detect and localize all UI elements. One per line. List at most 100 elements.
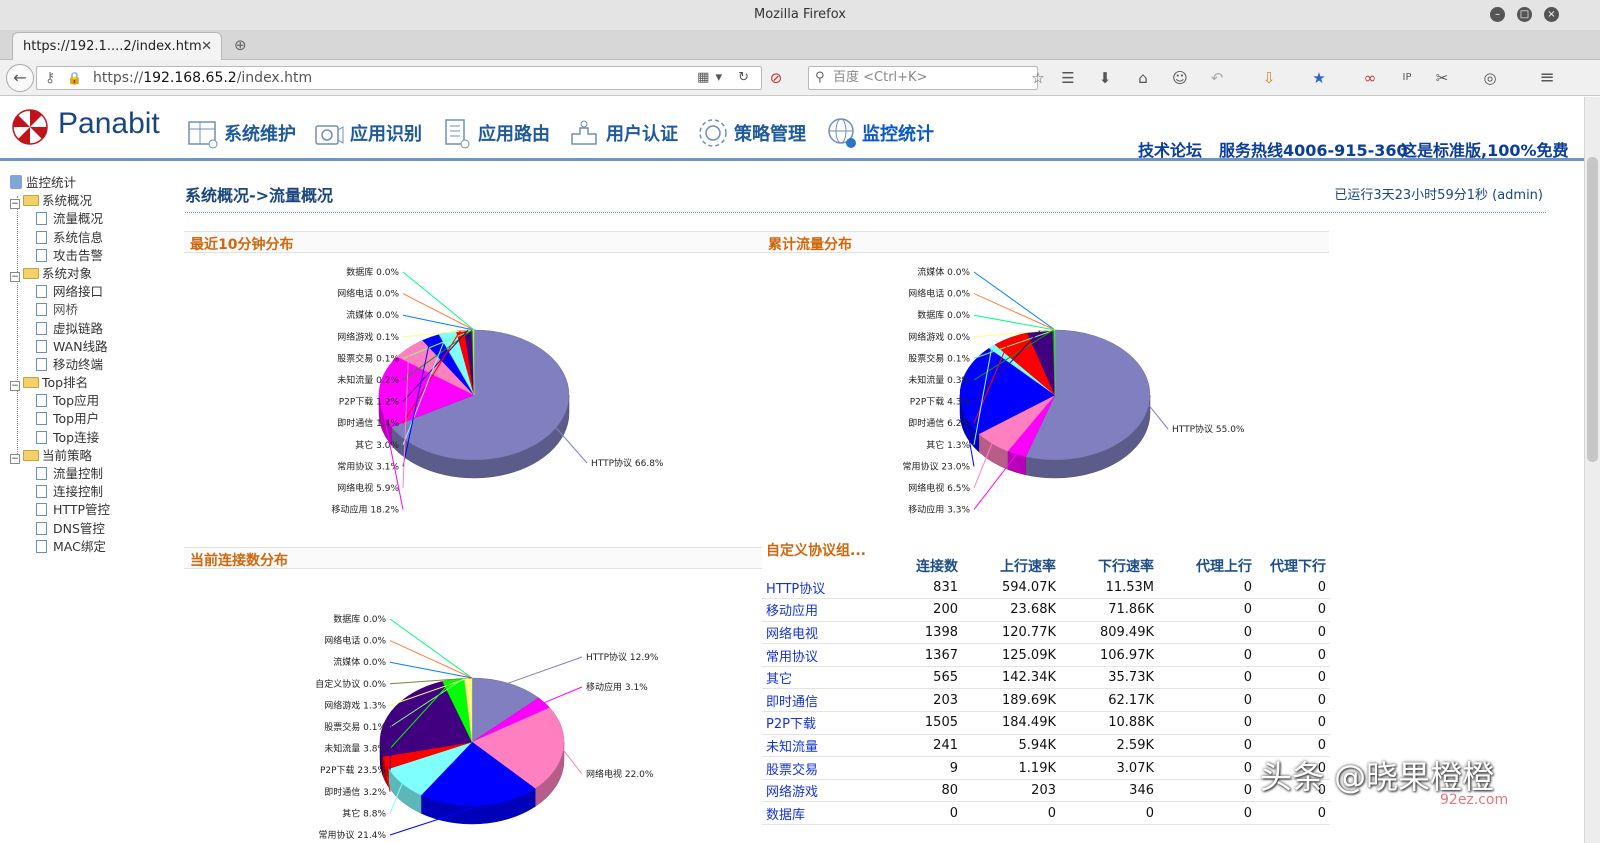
protocol-link[interactable]: 移动应用: [762, 598, 902, 622]
table-cell: 3.07K: [1060, 756, 1158, 780]
protocol-link[interactable]: 常用协议: [762, 643, 902, 667]
nav-app-identification[interactable]: 应用识别: [312, 115, 422, 151]
vertical-scrollbar[interactable]: [1584, 97, 1600, 843]
lock-icon[interactable]: 🔒: [67, 67, 82, 89]
tree-group[interactable]: − 当前策略: [10, 447, 180, 465]
url-extras-icons[interactable]: ▦▾ ↻: [697, 67, 755, 89]
column-header[interactable]: 上行速率: [962, 540, 1060, 576]
collapse-toggle-icon[interactable]: −: [10, 453, 20, 464]
tree-item[interactable]: 网桥: [10, 301, 180, 319]
table-cell: 0: [902, 801, 962, 826]
table-cell: 23.68K: [962, 598, 1060, 622]
column-header[interactable]: 连接数: [902, 540, 962, 576]
protocol-link[interactable]: 网络游戏: [762, 779, 902, 803]
home-icon[interactable]: ⌂: [1131, 66, 1155, 90]
tree-item[interactable]: 流量控制: [10, 465, 180, 483]
slice-label: 常用协议 3.1%: [337, 460, 399, 472]
slice-label: HTTP协议 66.8%: [591, 457, 664, 469]
addon-globe-icon[interactable]: ◎: [1478, 66, 1502, 90]
app-routing-icon: [445, 119, 470, 149]
key-icon[interactable]: ⚷: [45, 67, 55, 89]
column-header[interactable]: 下行速率: [1060, 540, 1158, 576]
nav-app-routing[interactable]: 应用路由: [440, 115, 550, 151]
protocol-link[interactable]: HTTP协议: [762, 576, 902, 600]
chat-icon[interactable]: ☺: [1168, 66, 1192, 90]
edition-link[interactable]: 这是标准版,100%免费: [1401, 137, 1569, 161]
block-icon[interactable]: ⊘: [764, 66, 788, 90]
addon-star-icon[interactable]: ★: [1307, 66, 1331, 90]
nav-monitoring-stats[interactable]: 监控统计: [824, 115, 934, 151]
pie-top-group: [959, 329, 1151, 461]
ip-icon[interactable]: IP: [1395, 66, 1419, 90]
nav-policy-management[interactable]: 策略管理: [696, 115, 806, 151]
maximize-icon[interactable]: □: [1517, 7, 1532, 22]
url-bar[interactable]: ⚷ 🔒 https://192.168.65.2/index.htm ▦▾ ↻: [36, 66, 762, 90]
table-cell: 0: [1256, 711, 1330, 735]
column-header[interactable]: 自定义协议组...: [762, 540, 902, 576]
protocol-link[interactable]: 股票交易: [762, 756, 902, 780]
tree-item[interactable]: Top连接: [10, 429, 180, 447]
column-header[interactable]: 代理下行: [1256, 540, 1330, 576]
tree-item[interactable]: 网络接口: [10, 283, 180, 301]
page-icon: [36, 321, 47, 335]
table-row: 股票交易 9 1.19K 3.07K 0 0: [762, 756, 1330, 780]
collapse-toggle-icon[interactable]: −: [10, 381, 20, 392]
url-host: 192.168.65.2: [143, 70, 237, 86]
tree-group[interactable]: − 系统对象: [10, 265, 180, 283]
back-icon[interactable]: ←: [6, 64, 34, 92]
search-input[interactable]: ⚲ 百度 <Ctrl+K>: [808, 66, 1038, 90]
addon-rings-icon[interactable]: ∞: [1358, 66, 1382, 90]
tree-root[interactable]: 监控统计: [10, 174, 180, 192]
tree-group[interactable]: − Top排名: [10, 374, 180, 392]
slice-label: 股票交易 0.1%: [337, 352, 399, 364]
nav-system-maintenance[interactable]: 系统维护: [186, 115, 296, 151]
forum-link[interactable]: 技术论坛: [1138, 137, 1202, 161]
bookmark-star-icon[interactable]: ☆: [1026, 66, 1050, 90]
protocol-link[interactable]: P2P下载: [762, 711, 902, 735]
reading-list-icon[interactable]: ☰: [1056, 66, 1080, 90]
collapse-toggle-icon[interactable]: −: [10, 271, 20, 282]
tree-item[interactable]: 系统信息: [10, 229, 180, 247]
nav-user-auth[interactable]: 用户认证: [568, 115, 678, 151]
protocol-link[interactable]: 即时通信: [762, 688, 902, 713]
undo-icon[interactable]: ↶: [1205, 66, 1229, 90]
tree-root-label: 监控统计: [26, 175, 77, 190]
page-icon: [36, 303, 47, 317]
pie-top-group: [379, 677, 565, 807]
collapse-toggle-icon[interactable]: −: [10, 199, 20, 210]
pie-chart-recent: HTTP协议 66.8% 数据库 0.0% 网络电话 0.0% 流媒体 0.0% 网络游…: [332, 266, 664, 516]
scrollbar-thumb[interactable]: [1587, 157, 1598, 462]
tree-item[interactable]: 虚拟链路: [10, 320, 180, 338]
menu-icon[interactable]: ≡: [1535, 66, 1559, 90]
protocol-link[interactable]: 网络电视: [762, 621, 902, 645]
tree-item[interactable]: Top应用: [10, 392, 180, 410]
tree-item[interactable]: HTTP管控: [10, 501, 180, 519]
minimize-icon[interactable]: –: [1490, 7, 1505, 22]
page-icon: [36, 248, 47, 262]
tree-item[interactable]: Top用户: [10, 410, 180, 428]
close-window-icon[interactable]: ×: [1544, 7, 1559, 22]
tree-item[interactable]: 连接控制: [10, 483, 180, 501]
tree-group[interactable]: − 系统概况: [10, 192, 180, 210]
table-cell: 0: [1158, 756, 1256, 780]
table-row: 其它 565 142.34K 35.73K 0 0: [762, 666, 1330, 690]
page-icon: [36, 539, 47, 553]
close-tab-icon[interactable]: ✕: [201, 33, 212, 60]
tree-item[interactable]: 移动终端: [10, 356, 180, 374]
browser-tab[interactable]: https://192.1....2/index.htm ✕: [12, 32, 222, 60]
tree-item[interactable]: 流量概况: [10, 210, 180, 228]
table-cell: 0: [1256, 801, 1330, 826]
tools-icon[interactable]: ✂: [1430, 66, 1454, 90]
tree-item[interactable]: DNS管控: [10, 520, 180, 538]
protocol-link[interactable]: 未知流量: [762, 734, 902, 758]
tree-item[interactable]: 攻击告警: [10, 247, 180, 265]
protocol-link[interactable]: 其它: [762, 666, 902, 690]
download-icon[interactable]: ⬇: [1093, 66, 1117, 90]
hotline-link[interactable]: 服务热线4006-915-360: [1219, 137, 1408, 161]
addon-download-icon[interactable]: ⇩: [1257, 66, 1281, 90]
column-header[interactable]: 代理上行: [1158, 540, 1256, 576]
protocol-link[interactable]: 数据库: [762, 801, 902, 826]
tree-item[interactable]: WAN线路: [10, 338, 180, 356]
tree-item[interactable]: MAC绑定: [10, 538, 180, 556]
new-tab-icon[interactable]: ⊕: [234, 36, 247, 54]
